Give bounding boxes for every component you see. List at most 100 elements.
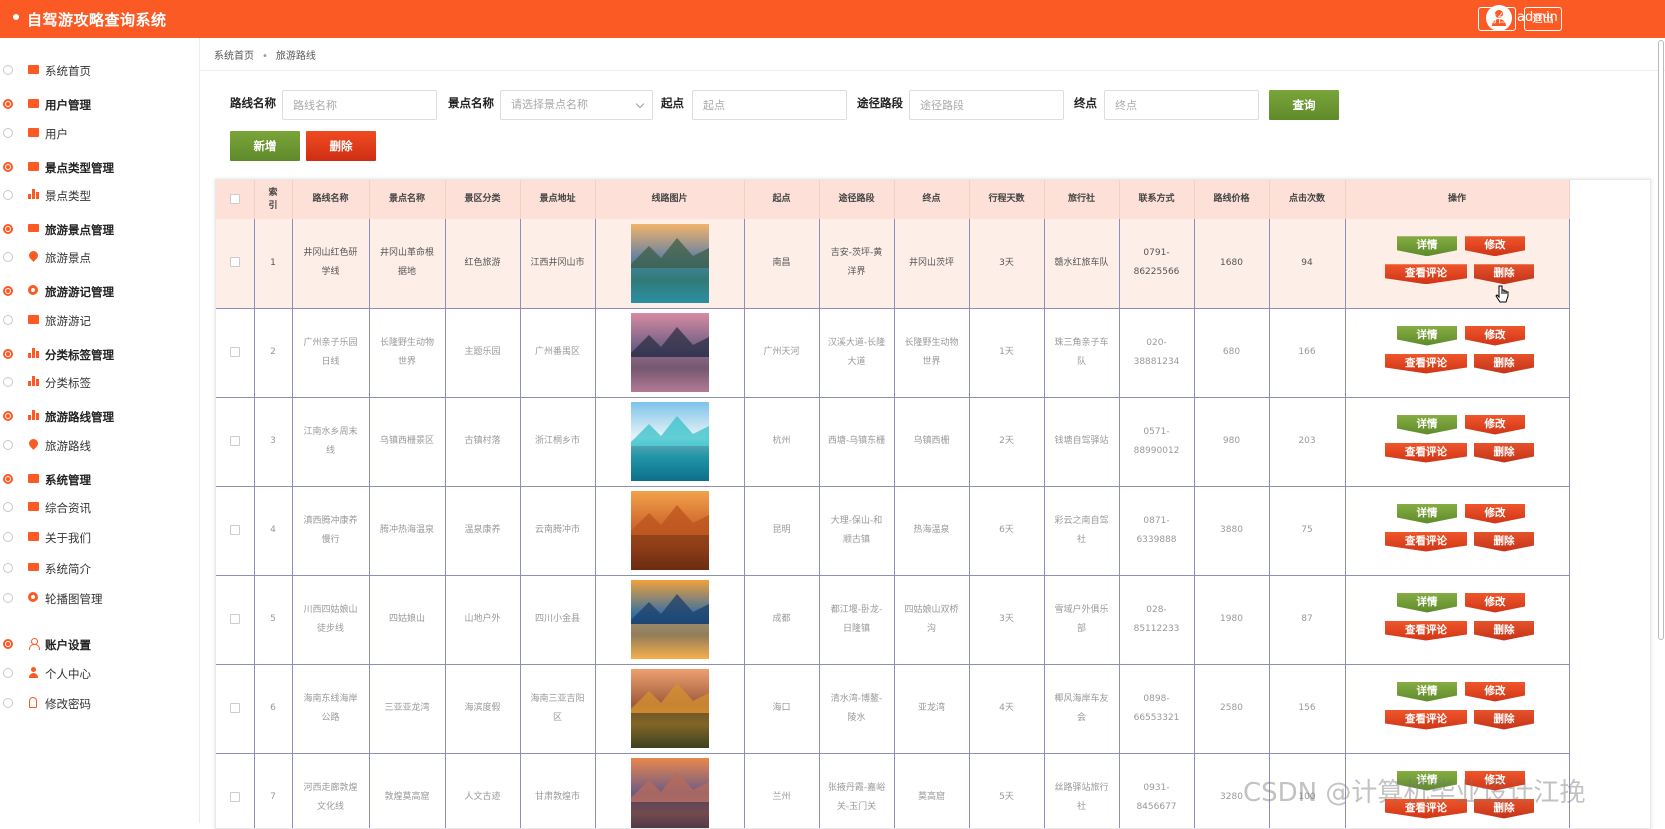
cell-image bbox=[595, 753, 745, 829]
row-checkbox[interactable] bbox=[229, 791, 240, 802]
cell-start: 昆明 bbox=[744, 486, 820, 576]
row-checkbox-cell bbox=[216, 753, 255, 828]
row-checkbox[interactable] bbox=[229, 435, 240, 446]
dusk-sky-photo[interactable] bbox=[630, 758, 709, 829]
sidebar-item-label: 景点类型 bbox=[45, 189, 91, 203]
detail-button[interactable]: 详情 bbox=[1397, 236, 1457, 257]
via-input[interactable] bbox=[909, 90, 1064, 120]
sidebar-item-20[interactable]: 修改密码 bbox=[0, 693, 200, 713]
table-row[interactable]: 1 井冈山红色研学线 井冈山革命根据地 红色旅游 江西井冈山市 南昌 吉安-茨坪-黄洋界 井冈… bbox=[216, 219, 1570, 309]
edit-button[interactable]: 修改 bbox=[1465, 236, 1525, 257]
frontend-button[interactable]: 前台 bbox=[1478, 7, 1516, 31]
sidebar-bullet bbox=[3, 128, 13, 138]
briefcase-icon bbox=[27, 127, 39, 138]
sidebar-item-9[interactable]: 分类标签管理 bbox=[0, 344, 200, 364]
desert-tree-photo[interactable] bbox=[630, 491, 709, 570]
page-scrollbar[interactable] bbox=[1657, 40, 1665, 640]
route-name-input[interactable] bbox=[282, 90, 437, 120]
table-row[interactable]: 5 川西四姑娘山徒步线 四姑娘山 山地户外 四川小金县 成都 都江堰-卧龙-日隆镇 四姑娘山双… bbox=[216, 575, 1570, 665]
select-all-checkbox[interactable] bbox=[229, 193, 240, 204]
add-button[interactable]: 新增 bbox=[230, 131, 300, 161]
sidebar-item-3[interactable]: 景点类型管理 bbox=[0, 157, 200, 177]
row-checkbox[interactable] bbox=[229, 257, 240, 268]
cell-actions: 详情 修改查看评论 删除 bbox=[1345, 664, 1570, 754]
volcano-lake-photo[interactable] bbox=[630, 313, 709, 392]
view-reviews-button[interactable]: 查看评论 bbox=[1385, 531, 1467, 552]
view-reviews-button[interactable]: 查看评论 bbox=[1385, 620, 1467, 641]
sidebar-item-19[interactable]: 个人中心 bbox=[0, 663, 200, 683]
cell-spot: 敦煌莫高窟 bbox=[369, 753, 446, 828]
spot-name-select[interactable]: 请选择景点名称 bbox=[500, 90, 653, 120]
mountain-lake-photo[interactable] bbox=[630, 223, 709, 303]
delete-button[interactable]: 删除 bbox=[306, 131, 376, 161]
sidebar-item-5[interactable]: 旅游景点管理 bbox=[0, 219, 200, 239]
edit-button[interactable]: 修改 bbox=[1465, 592, 1525, 613]
table-row[interactable]: 6 海南东线海岸公路 三亚亚龙湾 海滨度假 海南三亚吉阳区 海口 清水湾-博鳌-陵水 亚龙湾 4… bbox=[216, 664, 1570, 754]
sidebar-bullet bbox=[3, 502, 13, 512]
sidebar-item-17[interactable]: 轮播图管理 bbox=[0, 588, 200, 608]
cell-category: 海滨度假 bbox=[445, 664, 521, 754]
cell-via: 吉安-茨坪-黄洋界 bbox=[819, 219, 895, 309]
detail-button[interactable]: 详情 bbox=[1397, 592, 1457, 613]
sidebar-item-2[interactable]: 用户 bbox=[0, 123, 200, 143]
edit-button[interactable]: 修改 bbox=[1465, 414, 1525, 435]
row-delete-button[interactable]: 删除 bbox=[1474, 709, 1534, 730]
table-row[interactable]: 4 滇西腾冲康养慢行 腾冲热海温泉 温泉康养 云南腾冲市 昆明 大理-保山-和顺古镇 热海温泉… bbox=[216, 486, 1570, 576]
cell-actions: 详情 修改查看评论 删除 bbox=[1345, 219, 1570, 309]
view-reviews-button[interactable]: 查看评论 bbox=[1385, 264, 1467, 285]
sidebar-item-12[interactable]: 旅游路线 bbox=[0, 435, 200, 455]
sidebar-item-4[interactable]: 景点类型 bbox=[0, 185, 200, 205]
row-checkbox[interactable] bbox=[229, 346, 240, 357]
cell-price: 980 bbox=[1194, 397, 1270, 487]
query-button[interactable]: 查询 bbox=[1269, 90, 1339, 120]
mountain-meadow-photo[interactable] bbox=[630, 669, 709, 748]
cell-start: 海口 bbox=[744, 664, 820, 754]
start-input[interactable] bbox=[692, 90, 847, 120]
sidebar-item-18[interactable]: 账户设置 bbox=[0, 634, 200, 654]
row-delete-button[interactable]: 删除 bbox=[1474, 620, 1534, 641]
sidebar-item-11[interactable]: 旅游路线管理 bbox=[0, 406, 200, 426]
table-row[interactable]: 3 江南水乡周末线 乌镇西栅景区 古镇村落 浙江桐乡市 杭州 西塘-乌镇东栅 乌镇西栅 2天 钱塘… bbox=[216, 397, 1570, 487]
row-checkbox[interactable] bbox=[229, 702, 240, 713]
tropical-beach-photo[interactable] bbox=[630, 402, 709, 481]
row-delete-button[interactable]: 删除 bbox=[1474, 353, 1534, 374]
cell-route: 广州亲子乐园日线 bbox=[292, 308, 370, 398]
sidebar-item-8[interactable]: 旅游游记 bbox=[0, 310, 200, 330]
edit-button[interactable]: 修改 bbox=[1465, 681, 1525, 702]
start-label: 起点 bbox=[661, 96, 684, 110]
detail-button[interactable]: 详情 bbox=[1397, 325, 1457, 346]
sidebar-item-1[interactable]: 用户管理 bbox=[0, 94, 200, 114]
sidebar-item-0[interactable]: 系统首页 bbox=[0, 60, 200, 80]
detail-button[interactable]: 详情 bbox=[1397, 503, 1457, 524]
logout-button[interactable]: 退出 bbox=[1524, 7, 1562, 31]
breadcrumb-home[interactable]: 系统首页 bbox=[214, 51, 254, 62]
sunset-lake-photo[interactable] bbox=[630, 580, 709, 659]
sidebar-bullet bbox=[3, 698, 13, 708]
column-header: 终点 bbox=[894, 180, 970, 219]
table-row[interactable]: 2 广州亲子乐园日线 长隆野生动物世界 主题乐园 广州番禺区 广州天河 汉溪大道-长隆大道长… bbox=[216, 308, 1570, 398]
edit-button[interactable]: 修改 bbox=[1465, 503, 1525, 524]
view-reviews-button[interactable]: 查看评论 bbox=[1385, 442, 1467, 463]
sidebar-item-6[interactable]: 旅游景点 bbox=[0, 247, 200, 267]
sidebar-item-7[interactable]: 旅游游记管理 bbox=[0, 281, 200, 301]
detail-button[interactable]: 详情 bbox=[1397, 681, 1457, 702]
view-reviews-button[interactable]: 查看评论 bbox=[1385, 353, 1467, 374]
sidebar-item-14[interactable]: 综合资讯 bbox=[0, 497, 200, 517]
detail-button[interactable]: 详情 bbox=[1397, 414, 1457, 435]
cell-clicks: 94 bbox=[1269, 219, 1346, 309]
end-input[interactable] bbox=[1104, 90, 1259, 120]
sidebar-item-10[interactable]: 分类标签 bbox=[0, 372, 200, 392]
sidebar-item-16[interactable]: 系统简介 bbox=[0, 558, 200, 578]
row-delete-button[interactable]: 删除 bbox=[1474, 442, 1534, 463]
sidebar-item-15[interactable]: 关于我们 bbox=[0, 527, 200, 547]
row-delete-button[interactable]: 删除 bbox=[1474, 264, 1534, 285]
row-checkbox[interactable] bbox=[229, 524, 240, 535]
sidebar-item-13[interactable]: 系统管理 bbox=[0, 469, 200, 489]
scrollbar-thumb[interactable] bbox=[1658, 40, 1664, 640]
column-header: 行程天数 bbox=[969, 180, 1045, 219]
row-delete-button[interactable]: 删除 bbox=[1474, 531, 1534, 552]
view-reviews-button[interactable]: 查看评论 bbox=[1385, 709, 1467, 730]
sidebar-bullet bbox=[3, 377, 13, 387]
edit-button[interactable]: 修改 bbox=[1465, 325, 1525, 346]
row-checkbox[interactable] bbox=[229, 613, 240, 624]
